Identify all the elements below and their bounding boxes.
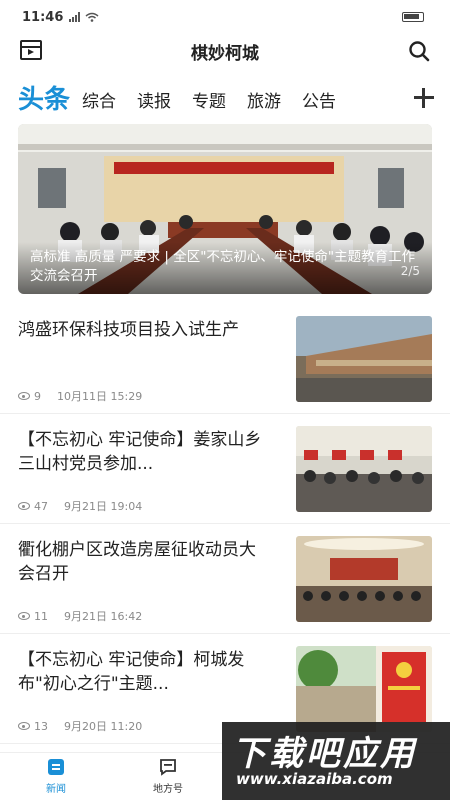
news-item[interactable]: 衢化棚户区改造房屋征收动员大会召开 11 9月21日 16:42 [0,524,450,634]
chat-icon [160,759,176,776]
news-item[interactable]: 鸿盛环保科技项目投入试生产 9 10月11日 15:29 [0,304,450,414]
news-date: 9月21日 16:42 [64,610,143,623]
news-meta: 47 9月21日 19:04 [18,498,142,514]
views-eye-icon [18,392,30,400]
news-title: 【不忘初心 牢记使命】姜家山乡三山村党员参加... [18,430,262,474]
nav-local-label: 地方号 [153,784,183,795]
tab-topics[interactable]: 专题 [192,84,226,120]
category-tabs: 头条 综合 读报 专题 旅游 公告 [0,76,450,120]
banner-caption: 高标准 高质量 严要求 | 全区"不忘初心、牢记使命"主题教育工作交流会召开 [18,242,432,294]
battery-icon [402,12,424,22]
tab-notices[interactable]: 公告 [302,84,336,120]
signal-icon [69,12,99,22]
banner-pager: 2/5 [400,264,420,278]
news-thumbnail [296,646,432,732]
headline-banner[interactable]: 高标准 高质量 严要求 | 全区"不忘初心、牢记使命"主题教育工作交流会召开 2… [18,124,432,294]
news-date: 10月11日 15:29 [57,390,143,403]
app-header: 棋妙柯城 [0,34,450,68]
news-date: 9月21日 19:04 [64,500,143,513]
add-tab-plus-icon[interactable] [414,88,434,108]
news-meta: 11 9月21日 16:42 [18,608,142,624]
nav-local-accounts[interactable]: 地方号 [128,757,208,795]
news-title: 【不忘初心 牢记使命】柯城发布"初心之行"主题... [18,650,245,694]
views-count: 11 [34,609,48,623]
tab-headlines[interactable]: 头条 [18,80,70,120]
views-eye-icon [18,722,30,730]
views-count: 47 [34,499,48,513]
news-title: 衢化棚户区改造房屋征收动员大会召开 [18,540,256,584]
status-time: 11:46 [22,9,64,25]
watermark: 下载吧应用 www.xiazaiba.com [222,722,450,800]
watermark-url: www.xiazaiba.com [236,770,393,788]
news-thumbnail [296,536,432,622]
views-count: 9 [34,389,41,403]
tab-newspaper[interactable]: 读报 [137,84,171,120]
news-title: 鸿盛环保科技项目投入试生产 [18,320,239,340]
tab-general[interactable]: 综合 [82,84,116,120]
news-date: 9月20日 11:20 [64,720,143,733]
news-meta: 13 9月20日 11:20 [18,718,142,734]
views-count: 13 [34,719,48,733]
tab-travel[interactable]: 旅游 [247,84,281,120]
views-eye-icon [18,502,30,510]
watermark-title: 下载吧应用 [232,734,417,774]
views-eye-icon [18,612,30,620]
wifi-icon [85,12,99,22]
search-icon[interactable] [408,40,430,62]
nav-news-label: 新闻 [46,784,66,795]
news-thumbnail [296,316,432,402]
nav-news[interactable]: 新闻 [16,757,96,795]
news-item[interactable]: 【不忘初心 牢记使命】姜家山乡三山村党员参加... 47 9月21日 19:04 [0,414,450,524]
app-title: 棋妙柯城 [191,43,259,64]
news-meta: 9 10月11日 15:29 [18,388,142,404]
news-icon [48,759,64,775]
news-thumbnail [296,426,432,512]
video-icon[interactable] [20,40,42,60]
status-bar: 11:46 [0,0,450,34]
news-list: 鸿盛环保科技项目投入试生产 9 10月11日 15:29 【不忘初心 牢记使命】… [0,304,450,744]
